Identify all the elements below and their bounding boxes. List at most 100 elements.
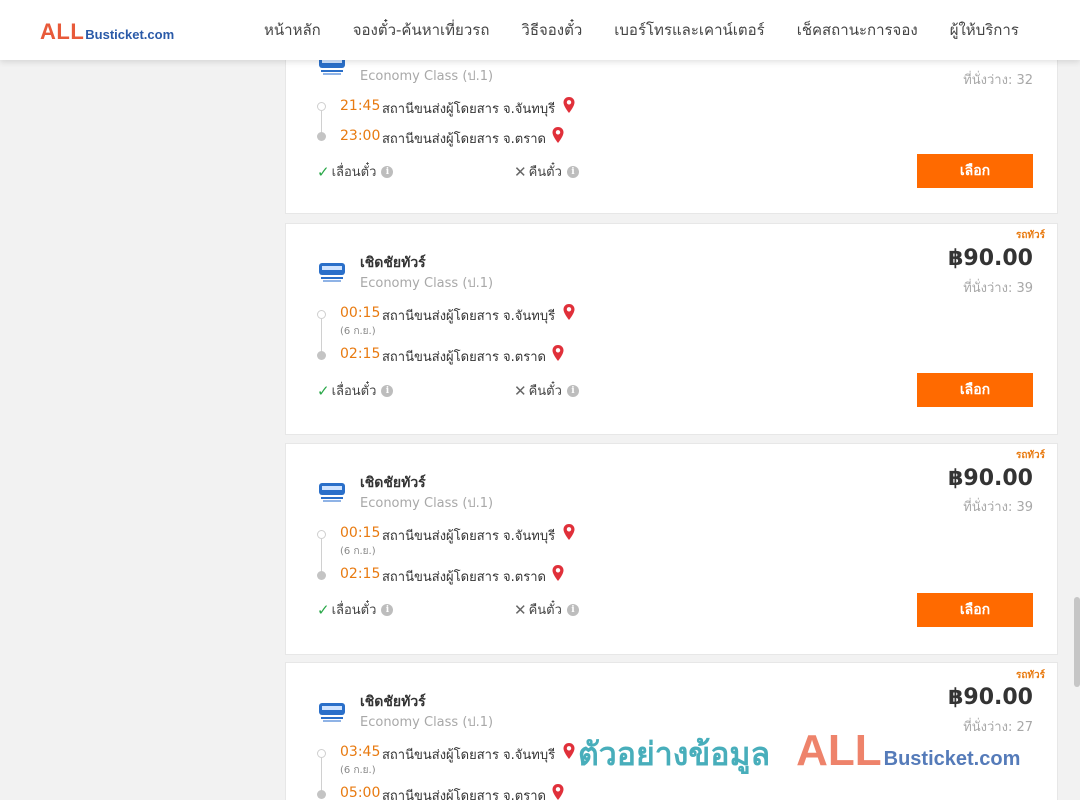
departure-station: สถานีขนส่งผู้โดยสาร จ.จันทบุรี: [382, 529, 556, 544]
map-pin-icon[interactable]: [551, 344, 565, 362]
trip-card: รถทัวร์ เชิดชัยทัวร์ Economy Class (ป.1)…: [285, 223, 1058, 435]
operator-name: เชิดชัยทัวร์: [360, 475, 426, 491]
change-ticket-label: เลื่อนตั๋ว: [331, 603, 377, 618]
bus-class: Economy Class (ป.1): [360, 496, 494, 511]
departure-dot: [317, 530, 326, 539]
nav-check-booking[interactable]: เช็คสถานะการจอง: [797, 18, 918, 42]
logo-main-text: ALL: [40, 19, 85, 44]
departure-date-note: (6 ก.ย.): [340, 326, 376, 337]
available-seats: ที่นั่งว่าง: 39: [963, 500, 1033, 515]
vehicle-type-badge: รถทัวร์: [1015, 450, 1045, 461]
map-pin-icon[interactable]: [562, 96, 576, 114]
trip-card: รถทัวร์ เชิดชัยทัวร์ Economy Class (ป.1)…: [285, 443, 1058, 655]
departure-station: สถานีขนส่งผู้โดยสาร จ.จันทบุรี: [382, 102, 556, 117]
ticket-price: ฿90.00: [948, 246, 1033, 271]
bus-class: Economy Class (ป.1): [360, 715, 494, 730]
arrival-time: 05:00: [340, 785, 381, 800]
ticket-price: ฿90.00: [948, 466, 1033, 491]
info-icon[interactable]: i: [566, 603, 579, 616]
departure-station: สถานีขนส่งผู้โดยสาร จ.จันทบุรี: [382, 748, 556, 763]
change-ticket-policy: ✓ เลื่อนตั๋ว i: [317, 599, 394, 620]
departure-date-note: (6 ก.ย.): [340, 765, 376, 776]
operator-name: เชิดชัยทัวร์: [360, 255, 426, 271]
departure-time: 00:15: [340, 305, 381, 321]
available-seats: ที่นั่งว่าง: 39: [963, 281, 1033, 296]
nav-operators[interactable]: ผู้ให้บริการ: [950, 18, 1019, 42]
arrival-time: 23:00: [340, 128, 381, 144]
nav-home[interactable]: หน้าหลัก: [264, 18, 321, 42]
map-pin-icon[interactable]: [562, 303, 576, 321]
departure-station: สถานีขนส่งผู้โดยสาร จ.จันทบุรี: [382, 309, 556, 324]
info-icon[interactable]: i: [381, 384, 394, 397]
refund-ticket-policy: ✕ คืนตั๋ว i: [514, 599, 579, 620]
departure-dot: [317, 310, 326, 319]
vehicle-type-badge: รถทัวร์: [1015, 230, 1045, 241]
operator-logo-icon: [319, 703, 345, 722]
timeline-line: [321, 539, 322, 575]
map-pin-icon[interactable]: [562, 523, 576, 541]
arrival-station: สถานีขนส่งผู้โดยสาร จ.ตราด: [382, 570, 546, 585]
timeline-line: [321, 758, 322, 794]
refund-ticket-policy: ✕ คืนตั๋ว i: [514, 161, 579, 182]
change-ticket-policy: ✓ เลื่อนตั๋ว i: [317, 380, 394, 401]
main-nav: หน้าหลัก จองตั๋ว-ค้นหาเที่ยวรถ วิธีจองตั…: [248, 0, 1035, 60]
map-pin-icon[interactable]: [551, 783, 565, 800]
departure-time: 21:45: [340, 98, 381, 114]
cross-icon: ✕: [514, 600, 527, 619]
page-scrollbar-thumb[interactable]: [1074, 597, 1080, 687]
refund-ticket-label: คืนตั๋ว: [528, 603, 562, 618]
info-icon[interactable]: i: [566, 165, 579, 178]
operator-logo-icon: [319, 263, 345, 282]
map-pin-icon[interactable]: [562, 742, 576, 760]
departure-dot: [317, 749, 326, 758]
arrival-station: สถานีขนส่งผู้โดยสาร จ.ตราด: [382, 789, 546, 800]
select-trip-button[interactable]: เลือก: [917, 154, 1033, 188]
refund-ticket-label: คืนตั๋ว: [528, 165, 562, 180]
map-pin-icon[interactable]: [551, 564, 565, 582]
vehicle-type-badge: รถทัวร์: [1015, 670, 1045, 681]
arrival-station: สถานีขนส่งผู้โดยสาร จ.ตราด: [382, 132, 546, 147]
select-trip-button[interactable]: เลือก: [917, 373, 1033, 407]
arrival-time: 02:15: [340, 346, 381, 362]
site-header: ALL Busticket.com หน้าหลัก จองตั๋ว-ค้นหา…: [0, 0, 1080, 60]
timeline-line: [321, 319, 322, 355]
cross-icon: ✕: [514, 381, 527, 400]
arrival-dot: [317, 351, 326, 360]
departure-time: 00:15: [340, 525, 381, 541]
change-ticket-policy: ✓ เลื่อนตั๋ว i: [317, 161, 394, 182]
arrival-dot: [317, 132, 326, 141]
available-seats: ที่นั่งว่าง: 27: [963, 720, 1033, 735]
cross-icon: ✕: [514, 162, 527, 181]
bus-class: Economy Class (ป.1): [360, 69, 494, 84]
refund-ticket-label: คืนตั๋ว: [528, 384, 562, 399]
info-icon[interactable]: i: [381, 165, 394, 178]
check-icon: ✓: [317, 381, 330, 400]
check-icon: ✓: [317, 162, 330, 181]
check-icon: ✓: [317, 600, 330, 619]
departure-time: 03:45: [340, 744, 381, 760]
nav-how-to-book[interactable]: วิธีจองตั๋ว: [521, 18, 582, 42]
refund-ticket-policy: ✕ คืนตั๋ว i: [514, 380, 579, 401]
change-ticket-label: เลื่อนตั๋ว: [331, 165, 377, 180]
bus-class: Economy Class (ป.1): [360, 276, 494, 291]
available-seats: ที่นั่งว่าง: 32: [963, 73, 1033, 88]
arrival-dot: [317, 571, 326, 580]
select-trip-button[interactable]: เลือก: [917, 593, 1033, 627]
change-ticket-label: เลื่อนตั๋ว: [331, 384, 377, 399]
nav-contact-counters[interactable]: เบอร์โทรและเคาน์เตอร์: [614, 18, 764, 42]
operator-logo-icon: [319, 483, 345, 502]
departure-date-note: (6 ก.ย.): [340, 546, 376, 557]
departure-dot: [317, 102, 326, 111]
nav-book-search[interactable]: จองตั๋ว-ค้นหาเที่ยวรถ: [353, 18, 490, 42]
trip-card: รถทัวร์ เชิดชัยทัวร์ Economy Class (ป.1)…: [285, 662, 1058, 800]
operator-name: เชิดชัยทัวร์: [360, 694, 426, 710]
map-pin-icon[interactable]: [551, 126, 565, 144]
arrival-station: สถานีขนส่งผู้โดยสาร จ.ตราด: [382, 350, 546, 365]
site-logo[interactable]: ALL Busticket.com: [40, 19, 174, 45]
arrival-time: 02:15: [340, 566, 381, 582]
info-icon[interactable]: i: [381, 603, 394, 616]
arrival-dot: [317, 790, 326, 799]
ticket-price: ฿90.00: [948, 685, 1033, 710]
info-icon[interactable]: i: [566, 384, 579, 397]
logo-sub-text: Busticket.com: [85, 27, 175, 42]
